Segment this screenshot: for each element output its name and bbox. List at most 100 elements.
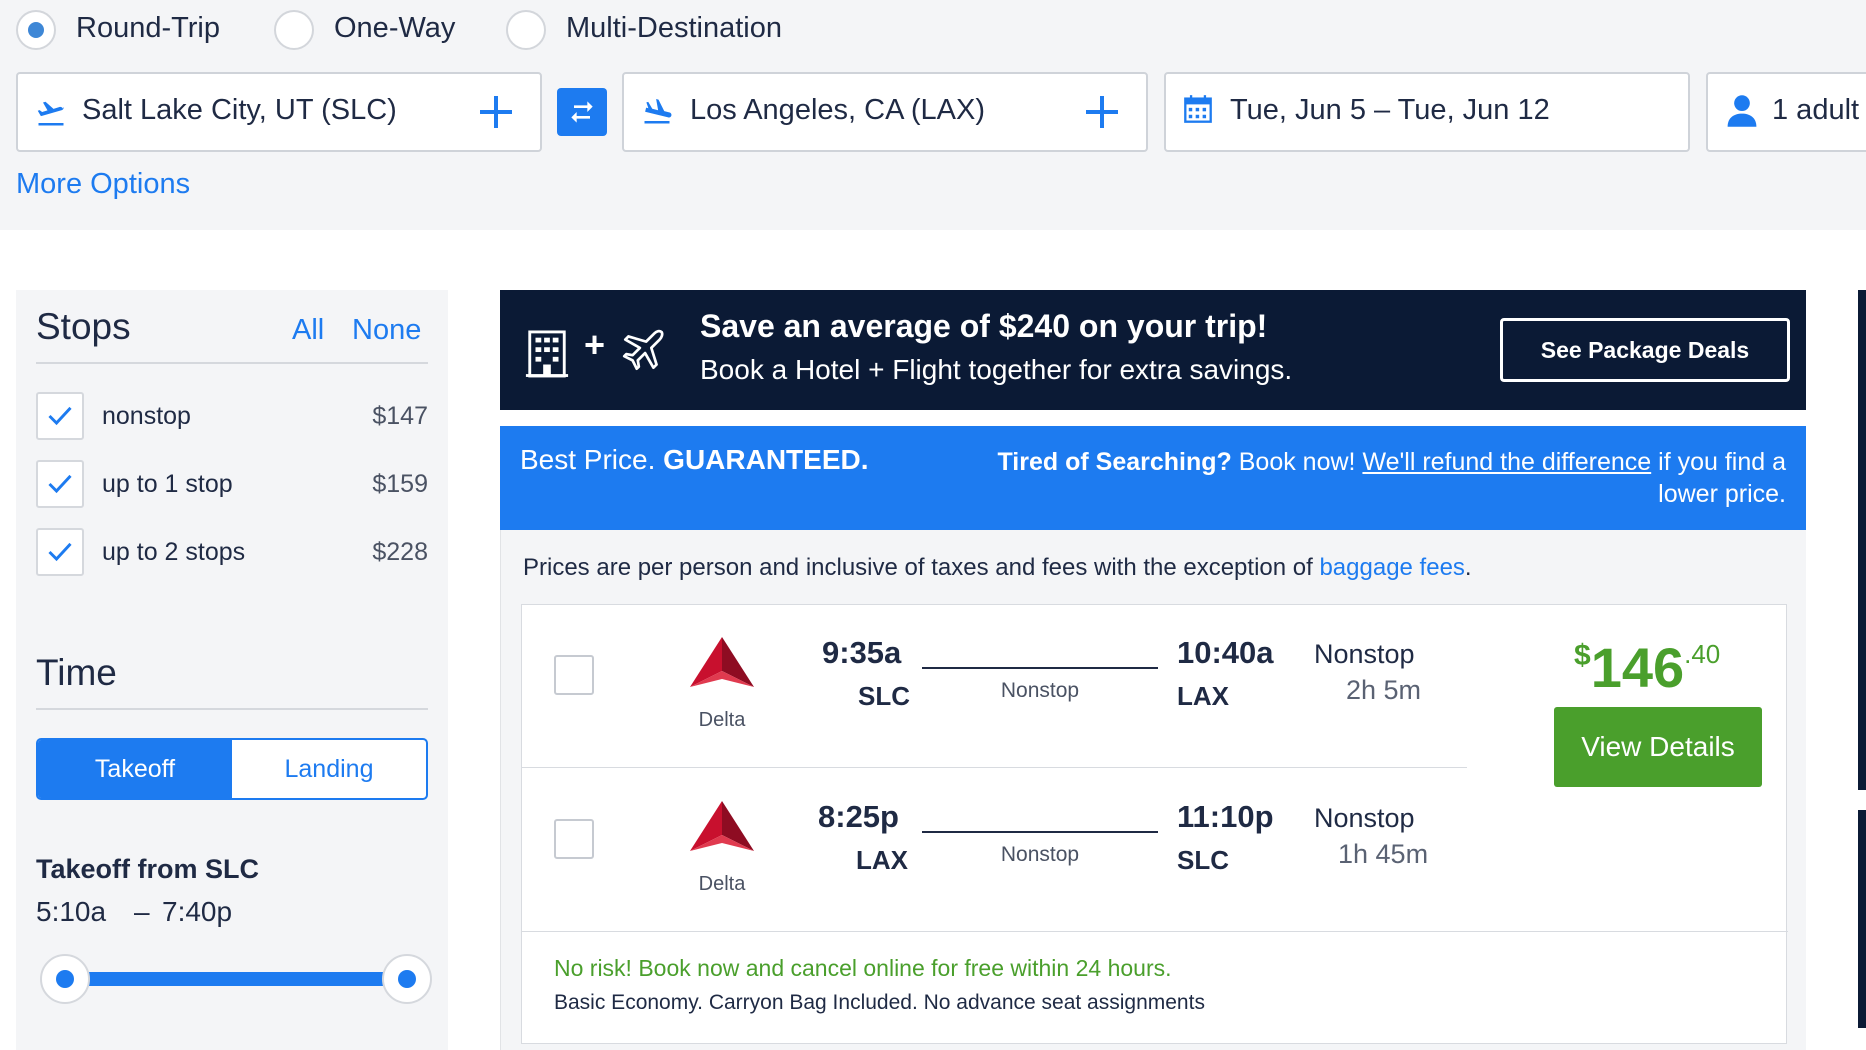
footer-divider bbox=[522, 931, 1788, 932]
time-slider-min-handle[interactable] bbox=[40, 954, 90, 1004]
more-options-link[interactable]: More Options bbox=[16, 168, 190, 201]
leg-1-depart-time: 9:35a bbox=[822, 635, 902, 670]
time-range-start: 5:10a bbox=[36, 896, 107, 927]
two-stops-checkbox[interactable] bbox=[36, 528, 84, 576]
price-dollars: 146 bbox=[1590, 636, 1685, 699]
leg-1-duration: 2h 5m bbox=[1346, 675, 1422, 705]
dates-value: Tue, Jun 5 – Tue, Jun 12 bbox=[1230, 94, 1550, 126]
person-icon bbox=[1727, 95, 1757, 127]
delta-logo-icon bbox=[690, 801, 754, 851]
travelers-field[interactable]: 1 adult bbox=[1706, 72, 1866, 152]
destination-value: Los Angeles, CA (LAX) bbox=[690, 94, 985, 126]
add-destination-icon[interactable] bbox=[1084, 94, 1120, 130]
stops-all-link[interactable]: All bbox=[292, 314, 324, 347]
tired-bold: Tired of Searching? bbox=[997, 448, 1232, 476]
leg-1-route-line bbox=[922, 667, 1158, 669]
leg-1-stops: Nonstop bbox=[1314, 639, 1415, 669]
leg-2-route-line bbox=[922, 831, 1158, 833]
nonstop-checkbox[interactable] bbox=[36, 392, 84, 440]
landing-tab[interactable]: Landing bbox=[232, 740, 426, 798]
promo-headline: Save an average of $240 on your trip! bbox=[700, 308, 1268, 344]
time-slider-track bbox=[64, 972, 408, 986]
nonstop-label: nonstop bbox=[102, 402, 191, 430]
airplane-icon bbox=[622, 329, 664, 371]
search-panel: Round-Trip One-Way Multi-Destination Sal… bbox=[0, 0, 1866, 230]
checkmark-icon bbox=[48, 474, 72, 494]
leg-1-line-label: Nonstop bbox=[1000, 679, 1080, 702]
price-notice: Prices are per person and inclusive of t… bbox=[523, 554, 1472, 581]
filters-sidebar: Stops All None nonstop $147 up to 1 stop… bbox=[16, 290, 448, 1050]
leg-2-checkbox[interactable] bbox=[554, 819, 594, 859]
nonstop-price: $147 bbox=[372, 402, 428, 430]
package-promo-banner: + Save an average of $240 on your trip! … bbox=[500, 290, 1806, 410]
leg-divider bbox=[522, 767, 1467, 768]
time-slider-max-handle[interactable] bbox=[382, 954, 432, 1004]
leg-1-arrive-time: 10:40a bbox=[1177, 635, 1274, 670]
refund-text: Tired of Searching? Book now! We'll refu… bbox=[997, 448, 1786, 508]
leg-2-airline: Delta bbox=[698, 873, 746, 895]
time-heading: Time bbox=[36, 652, 117, 693]
leg-1-airline: Delta bbox=[698, 709, 746, 731]
stops-none-link[interactable]: None bbox=[352, 314, 421, 347]
takeoff-from-heading: Takeoff from SLC bbox=[36, 854, 260, 884]
see-package-deals-button[interactable]: See Package Deals bbox=[1500, 318, 1790, 382]
best-price-text: Best Price. GUARANTEED. bbox=[520, 444, 869, 476]
origin-field[interactable]: Salt Lake City, UT (SLC) bbox=[16, 72, 542, 152]
two-stops-label: up to 2 stops bbox=[102, 538, 246, 566]
leg-1-arrive-code: LAX bbox=[1177, 681, 1229, 711]
calendar-icon bbox=[1184, 95, 1212, 123]
plus-sign: + bbox=[584, 324, 606, 365]
swap-airports-button[interactable] bbox=[557, 88, 607, 136]
price-cents: .40 bbox=[1684, 639, 1721, 669]
fare-note-text: Basic Economy. Carryon Bag Included. No … bbox=[554, 991, 1205, 1014]
price-currency: $ bbox=[1574, 639, 1591, 672]
leg-1-checkbox[interactable] bbox=[554, 655, 594, 695]
delta-logo-icon bbox=[690, 637, 754, 687]
checkmark-icon bbox=[48, 542, 72, 562]
checkmark-icon bbox=[48, 406, 72, 426]
right-panel-edge bbox=[1858, 810, 1866, 1028]
multi-destination-label[interactable]: Multi-Destination bbox=[566, 12, 782, 45]
divider bbox=[36, 362, 428, 364]
one-stop-price: $159 bbox=[372, 470, 428, 498]
baggage-fees-link[interactable]: baggage fees bbox=[1319, 554, 1464, 581]
right-panel-edge bbox=[1858, 290, 1866, 790]
leg-1-depart-code: SLC bbox=[858, 681, 910, 711]
guaranteed-bold: GUARANTEED. bbox=[663, 444, 869, 475]
two-stops-price: $228 bbox=[372, 538, 428, 566]
divider bbox=[36, 708, 428, 710]
best-price-banner: Best Price. GUARANTEED. Tired of Searchi… bbox=[500, 426, 1806, 530]
leg-2-stops: Nonstop bbox=[1314, 803, 1415, 833]
radio-multi-destination[interactable] bbox=[506, 10, 546, 50]
round-trip-label[interactable]: Round-Trip bbox=[76, 12, 220, 45]
best-price-plain: Best Price. bbox=[520, 444, 664, 475]
dates-field[interactable]: Tue, Jun 5 – Tue, Jun 12 bbox=[1164, 72, 1690, 152]
one-stop-checkbox[interactable] bbox=[36, 460, 84, 508]
leg-2-duration: 1h 45m bbox=[1338, 839, 1429, 869]
destination-field[interactable]: Los Angeles, CA (LAX) bbox=[622, 72, 1148, 152]
add-origin-icon[interactable] bbox=[478, 94, 514, 130]
radio-round-trip[interactable] bbox=[16, 10, 56, 50]
view-details-button[interactable]: View Details bbox=[1554, 707, 1762, 787]
hotel-icon bbox=[525, 330, 569, 378]
refund-link[interactable]: We'll refund the difference bbox=[1362, 448, 1651, 476]
fare-price: $146.40 bbox=[1574, 635, 1720, 700]
landing-plane-icon bbox=[644, 99, 672, 124]
radio-one-way[interactable] bbox=[274, 10, 314, 50]
leg-2-arrive-time: 11:10p bbox=[1177, 799, 1274, 834]
results-panel: Prices are per person and inclusive of t… bbox=[500, 530, 1806, 1050]
takeoff-landing-toggle: Takeoff Landing bbox=[36, 738, 428, 800]
leg-2-line-label: Nonstop bbox=[1000, 843, 1080, 866]
takeoff-plane-icon bbox=[37, 101, 64, 126]
no-risk-text: No risk! Book now and cancel online for … bbox=[554, 955, 1172, 981]
travelers-value: 1 adult bbox=[1772, 94, 1860, 126]
swap-arrows-icon bbox=[571, 101, 593, 123]
promo-subline: Book a Hotel + Flight together for extra… bbox=[700, 354, 1293, 385]
flight-result-card: Delta 9:35a SLC Nonstop 10:40a LAX Nonst… bbox=[521, 604, 1788, 1044]
one-way-label[interactable]: One-Way bbox=[334, 12, 455, 45]
one-stop-label: up to 1 stop bbox=[102, 470, 233, 498]
leg-2-depart-time: 8:25p bbox=[818, 799, 899, 834]
leg-2-arrive-code: SLC bbox=[1177, 845, 1229, 875]
takeoff-tab[interactable]: Takeoff bbox=[38, 740, 232, 798]
origin-value: Salt Lake City, UT (SLC) bbox=[82, 94, 397, 126]
